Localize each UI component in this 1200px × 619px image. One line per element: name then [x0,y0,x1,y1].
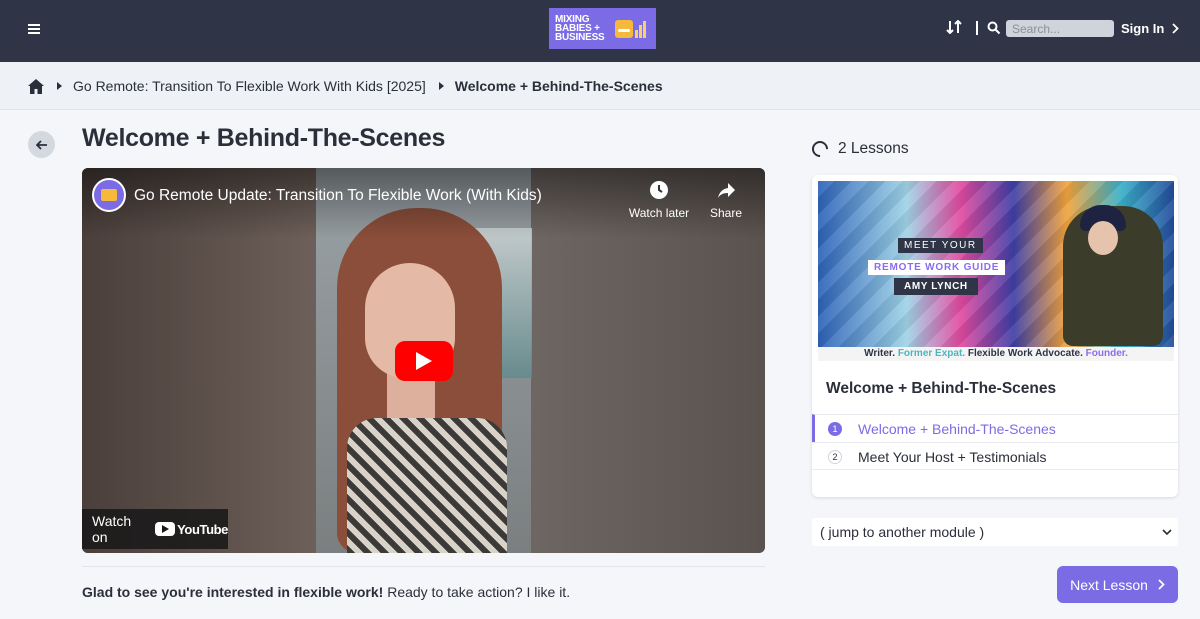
thumbnail-tag-meet-your: MEET YOUR [898,238,983,253]
content-divider [82,566,765,567]
lesson-label: Meet Your Host + Testimonials [858,448,1047,465]
channel-avatar[interactable] [92,178,126,212]
youtube-label: YouTube [177,521,228,537]
youtube-logo: YouTube [155,522,228,537]
next-lesson-label: Next Lesson [1070,576,1148,593]
intro-text: Glad to see you're interested in flexibl… [82,584,570,600]
page-title: Welcome + Behind-The-Scenes [82,124,446,152]
search-input[interactable] [1006,20,1114,37]
menu-icon[interactable] [28,24,40,34]
chevron-down-icon [1162,528,1172,535]
logo-graphic [615,18,653,40]
video-player[interactable]: Go Remote Update: Transition To Flexible… [82,168,765,553]
video-title[interactable]: Go Remote Update: Transition To Flexible… [134,187,542,205]
thumbnail-tag-name: AMY LYNCH [894,278,978,295]
play-icon [161,525,169,533]
arrow-left-icon [35,139,47,150]
back-button[interactable] [28,131,55,158]
play-icon [416,352,432,370]
lessons-count: 2 Lessons [808,137,909,161]
share-label: Share [709,206,743,220]
breadcrumb-current: Welcome + Behind-The-Scenes [454,78,663,94]
breadcrumb: Go Remote: Transition To Flexible Work W… [0,62,1200,110]
watch-later-label: Watch later [628,206,690,220]
module-title: Welcome + Behind-The-Scenes [826,380,1057,397]
share-icon [718,183,735,198]
module-card: MEET YOUR REMOTE WORK GUIDE AMY LYNCH Wr… [812,175,1178,497]
lesson-item[interactable]: 1 Welcome + Behind-The-Scenes [812,414,1178,442]
sign-in-label: Sign In [1121,21,1165,36]
lesson-label: Welcome + Behind-The-Scenes [858,420,1056,437]
site-logo[interactable]: MIXING BABIES + BUSINESS [549,8,656,49]
sort-icon[interactable] [946,19,962,37]
lesson-item[interactable]: 2 Meet Your Host + Testimonials [812,442,1178,470]
chevron-right-icon [1172,23,1180,34]
module-select[interactable]: ( jump to another module ) [812,518,1178,546]
clock-icon [650,181,668,199]
breadcrumb-course[interactable]: Go Remote: Transition To Flexible Work W… [73,78,426,94]
share-button[interactable]: Share [706,180,746,220]
watch-later-button[interactable]: Watch later [626,180,692,220]
caption-part: Founder. [1085,348,1128,359]
chevron-right-icon [1158,579,1165,590]
lesson-number: 1 [828,421,842,436]
watch-on-youtube-button[interactable]: Watch on YouTube [82,509,228,549]
breadcrumb-separator-icon [57,82,62,90]
caption-part: Flexible Work Advocate. [967,348,1086,359]
intro-rest: Ready to take action? I like it. [383,584,571,600]
intro-bold: Glad to see you're interested in flexibl… [82,584,384,600]
home-icon[interactable] [28,78,44,94]
thumbnail-caption: Writer. Former Expat. Flexible Work Advo… [818,347,1174,361]
thumbnail-tag-remote-guide: REMOTE WORK GUIDE [868,260,1006,275]
search-icon[interactable] [987,21,1001,35]
caption-part: Former Expat. [897,348,968,359]
module-thumbnail: MEET YOUR REMOTE WORK GUIDE AMY LYNCH Wr… [818,181,1174,361]
sign-in-link[interactable]: Sign In [1121,21,1180,36]
play-button[interactable] [395,341,453,381]
watch-on-label: Watch on [92,513,132,545]
module-select-value: ( jump to another module ) [820,524,985,540]
top-navbar: MIXING BABIES + BUSINESS Sign In [0,0,1200,62]
nav-divider [976,21,978,35]
caption-part: Writer. [864,348,898,359]
breadcrumb-separator-icon [438,82,444,90]
next-lesson-button[interactable]: Next Lesson [1057,566,1178,603]
lesson-number: 2 [828,449,842,464]
lessons-count-label: 2 Lessons [838,140,909,157]
progress-ring-icon [808,137,832,161]
logo-text: MIXING BABIES + BUSINESS [555,14,605,43]
